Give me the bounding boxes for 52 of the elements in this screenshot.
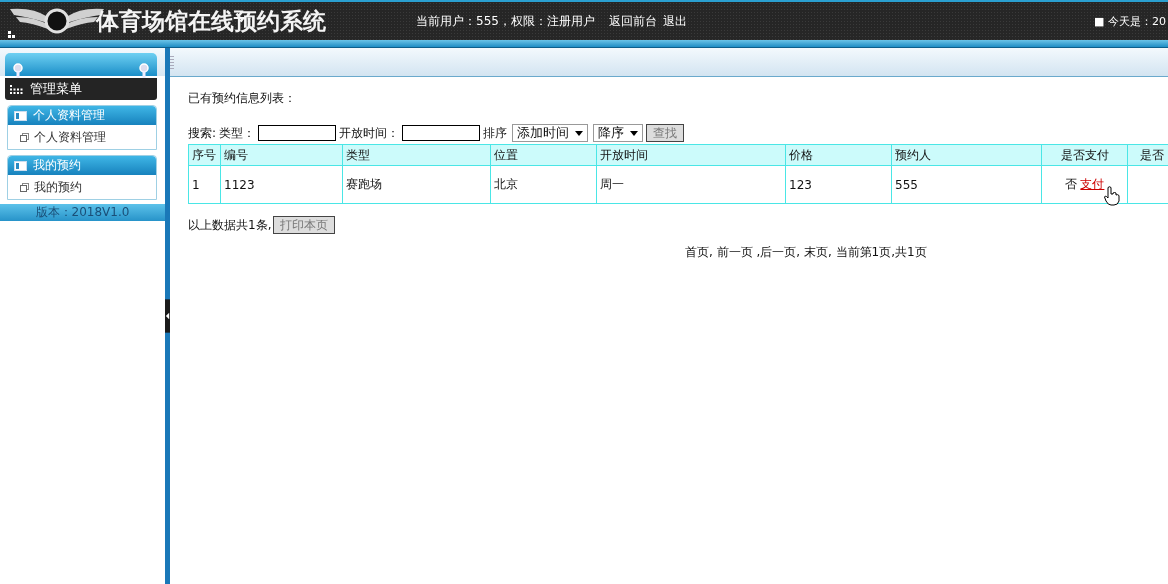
search-button[interactable]: 查找 [646, 124, 685, 142]
menu-title: 管理菜单 [30, 80, 82, 98]
app-title: 体育场馆在线预约系统 [96, 5, 326, 36]
date-label: ■ 今天是：20 [1094, 13, 1166, 29]
user-info: 当前用户：555，权限：注册用户 [416, 12, 595, 30]
item-label: 个人资料管理 [34, 128, 106, 146]
grid-icon [10, 84, 24, 94]
ring-icon [13, 63, 23, 79]
dropdown[interactable]: 添加时间 [512, 124, 589, 142]
ring-icon [139, 63, 149, 79]
column-header: 位置 [490, 144, 597, 166]
field-label: 开放时间： [339, 124, 400, 142]
print-button[interactable]: 打印本页 [273, 216, 336, 234]
hand-cursor-icon [1104, 186, 1120, 206]
item-label: 我的预约 [34, 178, 82, 196]
record-count: 以上数据共1条, [188, 216, 272, 234]
field-label: 类型： [219, 124, 256, 142]
column-header: 类型 [342, 144, 491, 166]
search-label: 搜索: [188, 124, 217, 142]
column-header: 价格 [785, 144, 892, 166]
input-field[interactable] [402, 125, 481, 141]
menu-item[interactable]: 个人资料管理 [8, 125, 156, 149]
table-cell: 北京 [490, 165, 597, 204]
panel-icon [14, 110, 27, 121]
page-icon [20, 182, 29, 192]
payment-status: 否 [1064, 177, 1077, 191]
pagination-text: 首页, 前一页 ,后一页, 末页, 当前第1页,共1页 [685, 244, 928, 261]
list-heading: 已有预约信息列表： [188, 90, 297, 107]
table-cell: 1 [188, 165, 221, 204]
sort-label: 排序 [483, 124, 508, 142]
input-field[interactable] [258, 125, 337, 141]
column-header: 是否 [1127, 144, 1168, 166]
column-header: 是否支付 [1041, 144, 1128, 166]
column-header: 开放时间 [596, 144, 786, 166]
panel-icon [14, 160, 27, 171]
table-cell: 周一 [596, 165, 786, 204]
table-cell: 123 [785, 165, 892, 204]
column-header: 预约人 [891, 144, 1042, 166]
page-icon [20, 132, 29, 142]
table-cell: 赛跑场 [342, 165, 491, 204]
column-header: 序号 [188, 144, 221, 166]
header-link[interactable]: 退出 [662, 12, 687, 30]
group-title: 我的预约 [33, 157, 81, 174]
column-header: 编号 [220, 144, 343, 166]
pay-link[interactable]: 支付 [1080, 177, 1105, 191]
table-cell: 555 [891, 165, 1042, 204]
header-link[interactable]: 返回前台 [608, 12, 657, 30]
menu-item[interactable]: 我的预约 [8, 175, 156, 199]
version-bar: 版本：2018V1.0 [0, 204, 165, 221]
dropdown[interactable]: 降序 [593, 124, 644, 142]
group-title: 个人资料管理 [33, 107, 105, 124]
table-cell: 1123 [220, 165, 343, 204]
